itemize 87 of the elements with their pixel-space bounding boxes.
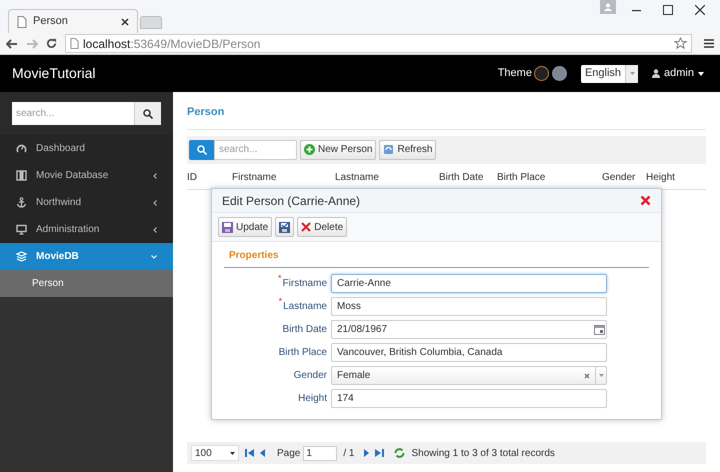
field-label: Birth Date — [282, 323, 327, 337]
field-label: Birth Place — [278, 346, 327, 360]
theme-label: Theme — [498, 66, 532, 82]
sidebar-item[interactable]: Dashboard — [0, 135, 173, 162]
theme-swatch[interactable] — [534, 66, 549, 81]
caret-icon — [230, 452, 235, 454]
column-header[interactable]: Firstname — [232, 170, 335, 184]
dialog-title: Edit Person (Carrie-Anne) — [222, 192, 362, 210]
menu-icon[interactable] — [704, 39, 714, 48]
column-header[interactable]: Birth Place — [497, 170, 602, 184]
update-button[interactable]: Update — [218, 217, 272, 237]
star-icon[interactable] — [674, 37, 687, 50]
brand-title[interactable]: MovieTutorial — [12, 63, 498, 84]
chevron-left-icon — [153, 172, 157, 178]
page-title: Person — [187, 104, 706, 130]
user-menu[interactable]: admin — [652, 65, 704, 82]
input-field[interactable]: Vancouver, British Columbia, Canada — [331, 343, 607, 362]
previous-page-icon[interactable] — [260, 449, 265, 457]
close-icon — [301, 222, 312, 232]
input-field[interactable]: Carrie-Anne — [331, 274, 607, 293]
back-icon[interactable] — [6, 38, 18, 48]
input-field[interactable]: Moss — [331, 297, 607, 316]
close-icon[interactable] — [695, 5, 705, 15]
field-label: Lastname — [283, 300, 327, 314]
new-button[interactable]: New Person — [300, 140, 376, 160]
pager-status: Showing 1 to 3 of 3 total records — [411, 446, 555, 460]
chevron-left-icon — [153, 200, 157, 206]
close-icon[interactable] — [121, 18, 129, 26]
column-header[interactable]: Lastname — [335, 170, 439, 184]
column-header[interactable]: Gender — [602, 170, 646, 184]
caret-icon — [698, 72, 704, 76]
language-select[interactable]: English — [580, 64, 638, 82]
search-icon — [196, 144, 206, 154]
first-page-icon[interactable] — [245, 449, 254, 457]
field-label: Firstname — [282, 277, 327, 291]
gauge-icon — [16, 143, 27, 154]
monitor-icon — [16, 224, 27, 235]
caret-icon — [630, 72, 635, 75]
search-field[interactable]: search... — [12, 102, 134, 125]
tab-title: Person — [33, 14, 69, 30]
column-header[interactable]: Birth Date — [439, 170, 497, 184]
save-apply-button[interactable] — [275, 217, 294, 237]
required-mark: * — [278, 297, 282, 306]
input-field[interactable]: 174 — [331, 389, 607, 408]
delete-button[interactable]: Delete — [297, 217, 348, 237]
next-page-icon[interactable] — [364, 449, 370, 457]
sidebar-item[interactable]: Northwind — [0, 189, 173, 216]
page-icon — [17, 16, 27, 28]
layers-icon — [16, 251, 27, 262]
calendar-icon[interactable] — [594, 324, 605, 334]
last-page-icon[interactable] — [375, 449, 384, 457]
page-label: Page — [277, 446, 300, 460]
page-input[interactable]: 1 — [303, 446, 338, 460]
date-field[interactable]: 21/08/1967 — [331, 320, 607, 339]
plus-icon — [304, 144, 315, 155]
select-field[interactable]: Female — [331, 366, 607, 385]
sidebar-item[interactable]: Administration — [0, 216, 173, 243]
sidebar-item[interactable]: Movie Database — [0, 162, 173, 189]
film-icon — [16, 170, 27, 181]
search-field[interactable]: search... — [214, 140, 297, 160]
chevron-down-icon — [151, 254, 157, 258]
caret-icon — [598, 374, 604, 377]
minimize-icon[interactable] — [632, 10, 641, 12]
reload-icon[interactable] — [46, 38, 57, 49]
page-size-select[interactable]: 100 — [191, 445, 239, 461]
required-mark: * — [278, 274, 282, 283]
column-header[interactable]: Height — [646, 170, 696, 184]
search-button[interactable] — [134, 102, 161, 125]
browser-tab[interactable]: Person — [8, 9, 138, 33]
search-icon — [143, 108, 153, 118]
page-total: / 1 — [343, 446, 354, 460]
sidebar-subitem[interactable]: Person — [0, 270, 173, 297]
field-label: Gender — [294, 369, 327, 383]
category-title: Properties — [224, 248, 649, 268]
page-icon — [70, 38, 79, 49]
field-label: Height — [298, 392, 327, 406]
clear-icon[interactable] — [584, 372, 590, 378]
anchor-icon — [16, 197, 27, 208]
chevron-left-icon — [153, 226, 157, 232]
column-header[interactable]: ID — [187, 170, 232, 184]
refresh-button[interactable]: Refresh — [379, 140, 436, 160]
user-icon — [652, 69, 660, 78]
sidebar-item[interactable]: MovieDB — [0, 243, 173, 270]
address-bar[interactable]: localhost:53649/MovieDB/Person — [65, 34, 692, 53]
theme-swatch[interactable] — [552, 66, 567, 81]
url-text: localhost:53649/MovieDB/Person — [83, 36, 262, 52]
maximize-icon[interactable] — [663, 5, 673, 15]
